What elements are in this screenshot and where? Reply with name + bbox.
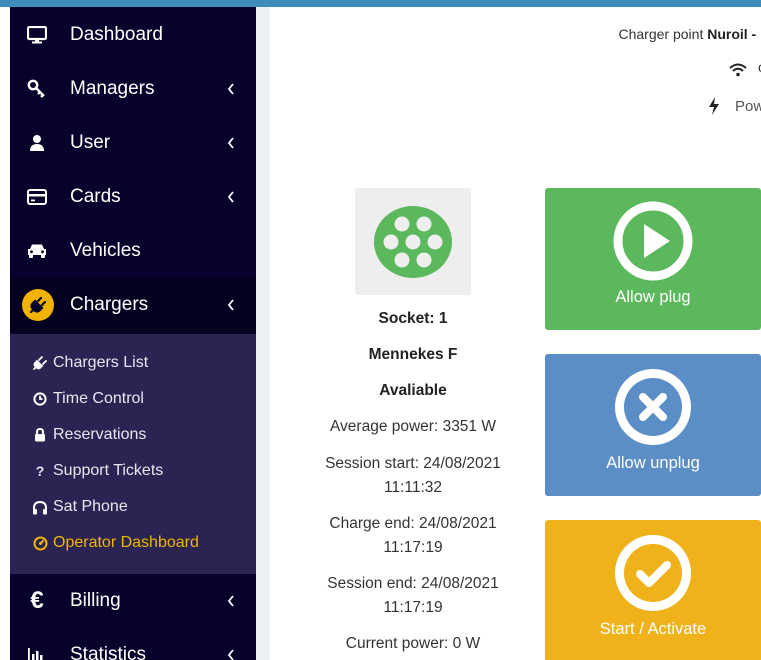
dashboard-icon — [32, 535, 48, 551]
sidebar-item-managers[interactable]: Managers — [10, 62, 256, 116]
submenu-item-label: Chargers List — [53, 354, 149, 371]
current-power: Current power: 0 W — [345, 635, 481, 652]
mennekes-socket-icon — [374, 205, 452, 278]
sidebar: Dashboard Managers User Cards Vehicles C… — [10, 7, 256, 660]
play-icon — [613, 201, 693, 281]
session-start-time: 11:11:32 — [383, 479, 443, 496]
left-edge-strip — [0, 7, 10, 660]
charger-point-title: Charger point Nuroil - I — [619, 26, 761, 42]
submenu-item-label: Support Tickets — [53, 462, 164, 479]
credit-card-icon — [25, 185, 49, 209]
allow-plug-button[interactable]: Allow plug — [545, 188, 761, 330]
sidebar-item-label: Statistics — [70, 644, 147, 660]
sidebar-item-label: Managers — [70, 78, 155, 99]
submenu-item-label: Time Control — [53, 390, 144, 407]
submenu-item-support-tickets[interactable]: ? Support Tickets — [32, 459, 164, 483]
allow-unplug-label: Allow unplug — [606, 454, 700, 472]
allow-unplug-button[interactable]: Allow unplug — [545, 354, 761, 496]
main-content: Charger point Nuroil - I c Pow Socket: 1… — [270, 7, 761, 660]
wifi-icon — [729, 63, 747, 77]
submenu-item-label: Operator Dashboard — [53, 534, 199, 551]
sidebar-item-label: Vehicles — [70, 240, 141, 261]
submenu-item-reservations[interactable]: Reservations — [32, 423, 146, 447]
bolt-icon — [709, 97, 719, 115]
submenu-item-time-control[interactable]: Time Control — [32, 387, 144, 411]
charger-point-name: Nuroil - I — [707, 26, 761, 42]
session-end-date: Session end: 24/08/2021 — [327, 575, 499, 592]
socket-image — [355, 188, 471, 295]
session-start-date: Session start: 24/08/2021 — [325, 455, 501, 472]
chevron-left-icon — [227, 83, 234, 95]
top-header-bar — [0, 0, 761, 7]
chevron-left-icon — [227, 649, 234, 660]
close-circle-icon — [615, 369, 691, 445]
submenu-item-chargers-list[interactable]: Chargers List — [32, 351, 148, 375]
sidebar-item-chargers[interactable]: Chargers — [10, 278, 256, 332]
bar-chart-icon — [25, 643, 49, 660]
chevron-left-icon — [227, 191, 234, 203]
submenu-item-operator-dashboard[interactable]: Operator Dashboard — [32, 531, 199, 555]
sidebar-item-billing[interactable]: € Billing — [10, 574, 256, 628]
sidebar-item-vehicles[interactable]: Vehicles — [10, 224, 256, 278]
chevron-left-icon — [227, 299, 234, 311]
socket-status: Avaliable — [379, 382, 447, 399]
sidebar-item-label: Chargers — [70, 294, 149, 315]
sidebar-item-dashboard[interactable]: Dashboard — [10, 8, 256, 62]
clock-icon — [32, 391, 48, 407]
sidebar-item-label: Cards — [70, 186, 121, 207]
allow-plug-label: Allow plug — [615, 288, 691, 306]
submenu-item-label: Reservations — [53, 426, 147, 443]
session-end-time: 11:17:19 — [383, 599, 443, 616]
average-power: Average power: 3351 W — [329, 418, 496, 435]
check-circle-icon — [615, 535, 691, 611]
question-icon: ? — [35, 463, 45, 479]
chevron-left-icon — [227, 137, 234, 149]
power-text: Pow — [735, 98, 761, 115]
start-activate-label: Start / Activate — [599, 620, 707, 638]
charge-end-time: 11:17:19 — [383, 539, 443, 556]
sidebar-content-divider — [256, 7, 270, 660]
charger-point-prefix: Charger point — [618, 26, 708, 42]
start-activate-button[interactable]: Start / Activate — [545, 520, 761, 660]
sidebar-item-statistics[interactable]: Statistics — [10, 628, 256, 660]
sidebar-item-user[interactable]: User — [10, 116, 256, 170]
sidebar-item-label: Dashboard — [70, 24, 163, 45]
submenu-item-sat-phone[interactable]: Sat Phone — [32, 495, 128, 519]
submenu-item-label: Sat Phone — [53, 498, 128, 515]
headphones-icon — [32, 499, 48, 515]
plug-icon — [32, 355, 48, 371]
monitor-icon — [25, 23, 49, 47]
plug-icon — [22, 289, 54, 321]
sidebar-item-cards[interactable]: Cards — [10, 170, 256, 224]
user-icon — [25, 131, 49, 155]
charge-end-date: Charge end: 24/08/2021 — [329, 515, 497, 532]
socket-number: Socket: 1 — [378, 310, 448, 327]
socket-type: Mennekes F — [368, 346, 458, 363]
euro-icon: € — [30, 587, 44, 614]
sidebar-item-label: Billing — [70, 590, 121, 611]
chargers-submenu: Chargers List Time Control Reservations … — [10, 334, 256, 574]
sidebar-item-label: User — [70, 132, 111, 153]
lock-icon — [32, 427, 48, 443]
car-icon — [25, 239, 49, 263]
chevron-left-icon — [227, 595, 234, 607]
key-icon — [25, 77, 49, 101]
